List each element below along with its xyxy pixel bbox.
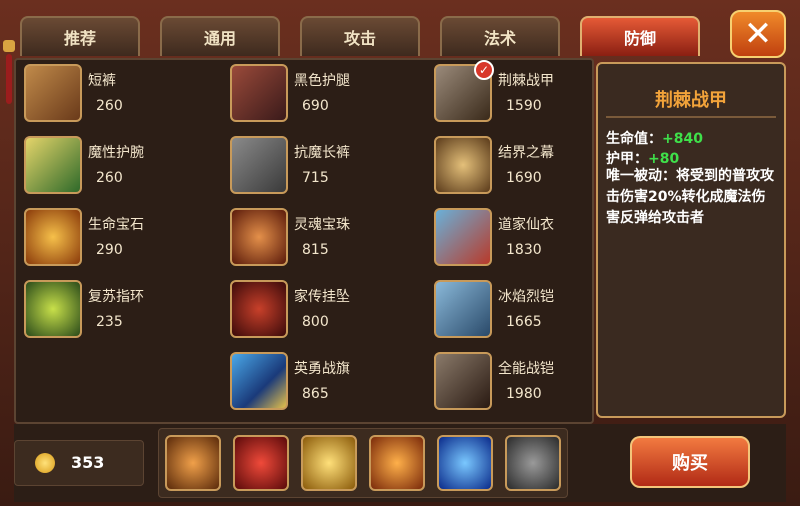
- item-price: 800: [302, 314, 329, 330]
- item-name: 短裤: [88, 73, 116, 89]
- knot-icon: [3, 40, 15, 52]
- crimson-mask-icon[interactable]: [233, 435, 289, 491]
- stat-value: +80: [648, 151, 680, 167]
- life-gem-icon: [24, 208, 82, 266]
- steel-armor-icon[interactable]: [505, 435, 561, 491]
- close-x-icon: ✕: [743, 14, 773, 54]
- stat-label: 护甲：: [606, 151, 648, 167]
- item-name: 复苏指环: [88, 289, 144, 305]
- tab-attack[interactable]: 攻击: [300, 16, 420, 56]
- tab-recommended[interactable]: 推荐: [20, 16, 140, 56]
- ice-flame-armor-icon: [434, 280, 492, 338]
- gold-amount: 353: [71, 453, 105, 472]
- item-name: 冰焰烈铠: [498, 289, 554, 305]
- blue-wave-icon[interactable]: [437, 435, 493, 491]
- shop-item[interactable]: ✓ 荆棘战甲 1590: [434, 60, 614, 124]
- shop-item[interactable]: 抗魔长裤 715: [230, 136, 410, 196]
- shop-item[interactable]: 灵魂宝珠 815: [230, 208, 410, 268]
- omni-armor-icon: [434, 352, 492, 410]
- stat-value: +840: [662, 131, 703, 147]
- item-detail-panel: 荆棘战甲 生命值：+840 护甲：+80 唯一被动：将受到的普攻攻击伤害20%转…: [596, 62, 786, 418]
- item-price: 865: [302, 386, 329, 402]
- divider: [606, 116, 776, 118]
- item-name: 抗魔长裤: [294, 145, 350, 161]
- tassel-icon: [6, 54, 12, 104]
- item-price: 1980: [506, 386, 542, 402]
- buy-button[interactable]: 购买: [630, 436, 750, 488]
- item-price: 815: [302, 242, 329, 258]
- item-name: 生命宝石: [88, 217, 144, 233]
- shorts-icon: [24, 64, 82, 122]
- shackle-icon[interactable]: [165, 435, 221, 491]
- selected-check-icon: ✓: [474, 60, 494, 80]
- item-price: 715: [302, 170, 329, 186]
- black-greaves-icon: [230, 64, 288, 122]
- golden-ring-icon[interactable]: [301, 435, 357, 491]
- gold-coin-icon: [35, 453, 55, 473]
- item-price: 1690: [506, 170, 542, 186]
- shop-item[interactable]: 短裤 260: [24, 64, 204, 124]
- item-name: 黑色护腿: [294, 73, 350, 89]
- item-name: 结界之幕: [498, 145, 554, 161]
- shop-item[interactable]: 复苏指环 235: [24, 280, 204, 340]
- shop-item[interactable]: 冰焰烈铠 1665: [434, 280, 614, 340]
- detail-description: 唯一被动：将受到的普攻攻击伤害20%转化成魔法伤害反弹给攻击者: [606, 168, 774, 226]
- close-button[interactable]: ✕: [730, 10, 786, 58]
- item-price: 690: [302, 98, 329, 114]
- item-grid: 短裤 260 魔性护腕 260 生命宝石 290 复苏指环 235 黑色护腿 6…: [14, 58, 594, 424]
- tab-general[interactable]: 通用: [160, 16, 280, 56]
- shop-item[interactable]: 英勇战旗 865: [230, 352, 410, 412]
- taoist-robe-icon: [434, 208, 492, 266]
- item-price: 1590: [506, 98, 542, 114]
- item-name: 魔性护腕: [88, 145, 144, 161]
- item-price: 290: [96, 242, 123, 258]
- tab-defense[interactable]: 防御: [580, 16, 700, 56]
- stat-label: 生命值：: [606, 131, 662, 147]
- shop-item[interactable]: 道家仙衣 1830: [434, 208, 614, 268]
- revival-ring-icon: [24, 280, 82, 338]
- magic-resist-pants-icon: [230, 136, 288, 194]
- item-name: 灵魂宝珠: [294, 217, 350, 233]
- item-price: 260: [96, 170, 123, 186]
- soul-orb-icon: [230, 208, 288, 266]
- stat-hp: 生命值：+840: [606, 128, 703, 148]
- stat-armor: 护甲：+80: [606, 148, 679, 168]
- shop-item[interactable]: 黑色护腿 690: [230, 64, 410, 124]
- item-price: 1665: [506, 314, 542, 330]
- category-tabs: 推荐 通用 攻击 法术 防御: [20, 16, 710, 58]
- item-name: 家传挂坠: [294, 289, 350, 305]
- war-banner-icon: [230, 352, 288, 410]
- item-price: 260: [96, 98, 123, 114]
- shop-item[interactable]: 全能战铠 1980: [434, 352, 614, 412]
- barrier-veil-icon: [434, 136, 492, 194]
- shop-item[interactable]: 魔性护腕 260: [24, 136, 204, 196]
- tab-magic[interactable]: 法术: [440, 16, 560, 56]
- heirloom-pendant-icon: [230, 280, 288, 338]
- item-name: 英勇战旗: [294, 361, 350, 377]
- item-price: 1830: [506, 242, 542, 258]
- gold-display: 353: [14, 440, 144, 486]
- shop-item[interactable]: 结界之幕 1690: [434, 136, 614, 196]
- item-price: 235: [96, 314, 123, 330]
- equipped-items-bar: [158, 428, 568, 498]
- shop-item[interactable]: 生命宝石 290: [24, 208, 204, 268]
- bracer-icon: [24, 136, 82, 194]
- item-name: 荆棘战甲: [498, 73, 554, 89]
- item-name: 道家仙衣: [498, 217, 554, 233]
- fire-staff-icon[interactable]: [369, 435, 425, 491]
- item-name: 全能战铠: [498, 361, 554, 377]
- shop-item[interactable]: 家传挂坠 800: [230, 280, 410, 340]
- detail-title: 荆棘战甲: [655, 90, 727, 111]
